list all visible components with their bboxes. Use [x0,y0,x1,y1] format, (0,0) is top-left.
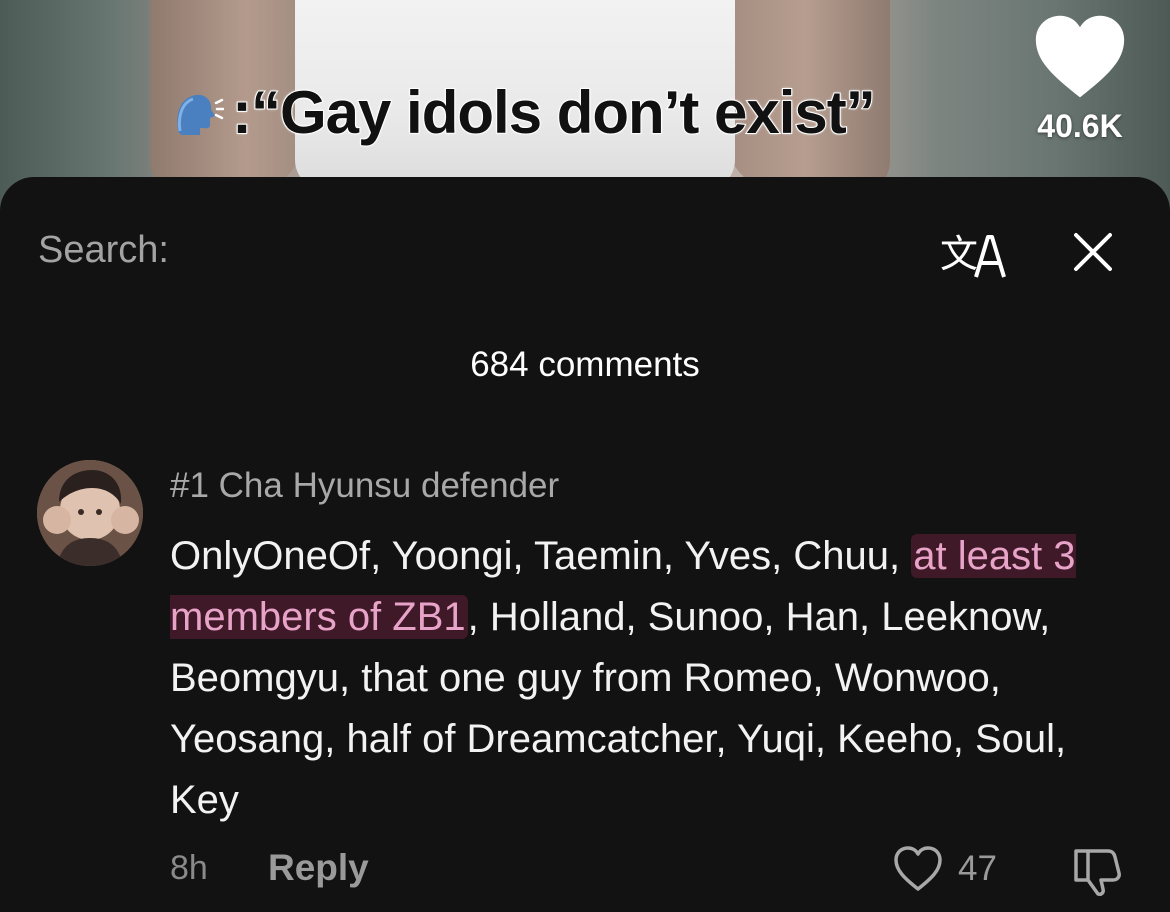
speaking-head-icon [172,87,225,139]
comment-timestamp: 8h [170,849,208,887]
search-label[interactable]: Search: [38,229,169,272]
close-icon[interactable] [1072,231,1114,273]
video-like-count: 40.6K [1037,108,1123,144]
reply-button[interactable]: Reply [268,847,369,889]
svg-text:文: 文 [940,232,978,276]
translate-icon[interactable]: 文 [940,227,1006,281]
thumbs-down-icon[interactable] [1070,845,1124,897]
video-like[interactable]: 40.6K [1020,12,1140,145]
app-frame: :“Gay idols don’t exist” 40.6K Search: 文… [0,0,1170,912]
heart-icon[interactable] [1032,12,1128,102]
heart-outline-icon[interactable] [892,845,944,893]
avatar[interactable] [37,460,143,566]
comment-username[interactable]: #1 Cha Hyunsu defender [170,466,559,506]
comments-count: 684 comments [470,345,700,384]
comment-like-count: 47 [958,849,997,888]
caption-text: :“Gay idols don’t exist” [231,78,877,147]
comment-text-start: OnlyOneOf, Yoongi, Taemin, Yves, Chuu, [170,534,912,578]
video-caption: :“Gay idols don’t exist” [172,78,877,147]
comments-sheet: Search: 文 684 comments #1 Cha Hyunsu def… [0,177,1170,912]
comment-text: OnlyOneOf, Yoongi, Taemin, Yves, Chuu, a… [170,526,1130,831]
